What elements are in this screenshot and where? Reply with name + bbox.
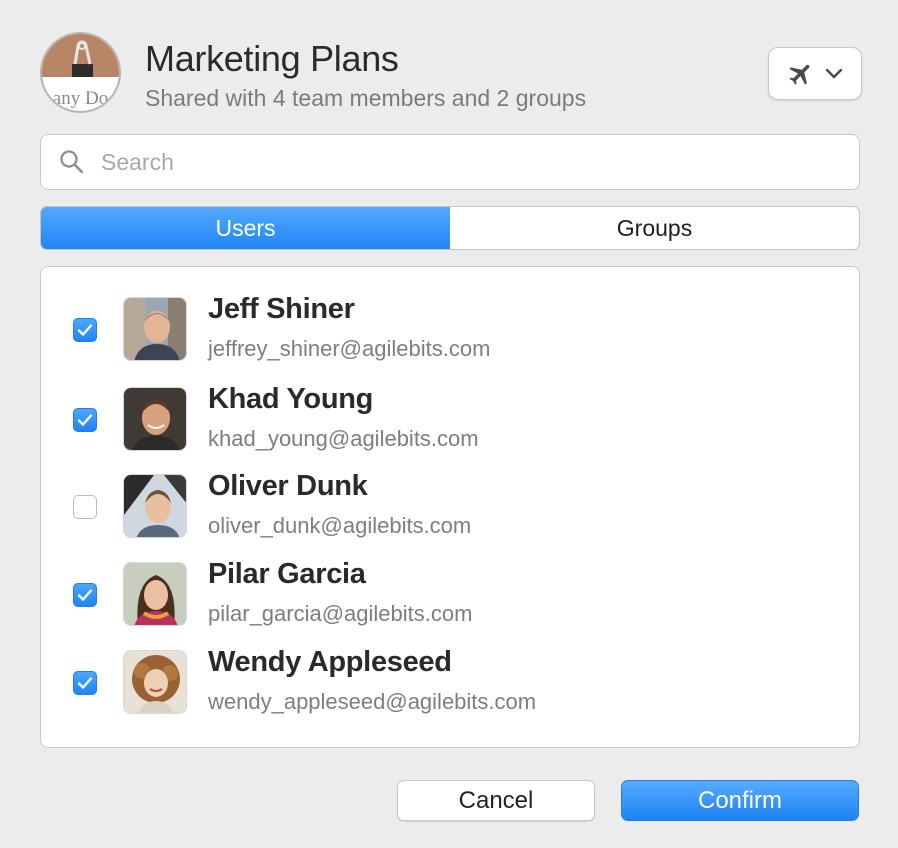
avatar — [123, 474, 187, 538]
users-groups-tabs: Users Groups — [40, 206, 860, 250]
airplane-icon — [789, 64, 810, 85]
user-email: jeffrey_shiner@agilebits.com — [208, 336, 491, 361]
tab-groups[interactable]: Groups — [450, 207, 859, 249]
vault-subtitle: Shared with 4 team members and 2 groups — [145, 85, 587, 111]
confirm-button[interactable]: Confirm — [621, 780, 859, 821]
user-email: wendy_appleseed@agilebits.com — [208, 689, 537, 714]
user-email: khad_young@agilebits.com — [208, 426, 479, 451]
user-email: oliver_dunk@agilebits.com — [208, 513, 472, 538]
user-checkbox[interactable] — [73, 318, 97, 342]
checkmark-icon — [77, 589, 93, 601]
user-name: Khad Young — [208, 383, 374, 415]
avatar — [123, 650, 187, 714]
cancel-button[interactable]: Cancel — [397, 780, 595, 821]
user-name: Pilar Garcia — [208, 558, 366, 590]
search-input[interactable] — [101, 148, 801, 176]
list-item[interactable]: Wendy Appleseed wendy_appleseed@agilebit… — [41, 638, 859, 726]
list-item[interactable]: Khad Young khad_young@agilebits.com — [41, 375, 859, 463]
avatar — [123, 562, 187, 626]
user-email: pilar_garcia@agilebits.com — [208, 601, 473, 626]
checkmark-icon — [77, 324, 93, 336]
user-list: Jeff Shiner jeffrey_shiner@agilebits.com… — [40, 266, 860, 748]
list-item[interactable]: Oliver Dunk oliver_dunk@agilebits.com — [41, 462, 859, 550]
user-checkbox[interactable] — [73, 671, 97, 695]
search-box[interactable] — [40, 134, 860, 190]
user-name: Jeff Shiner — [208, 293, 355, 325]
avatar — [123, 387, 187, 451]
tab-users[interactable]: Users — [41, 207, 450, 249]
user-name: Wendy Appleseed — [208, 646, 452, 678]
checkmark-icon — [77, 677, 93, 689]
avatar — [123, 297, 187, 361]
vault-title: Marketing Plans — [145, 38, 399, 79]
checkmark-icon — [77, 414, 93, 426]
search-icon — [60, 150, 84, 174]
vault-icon-text: any Do — [52, 88, 109, 109]
chevron-down-icon — [825, 68, 843, 78]
user-name: Oliver Dunk — [208, 470, 368, 502]
user-checkbox[interactable] — [73, 408, 97, 432]
user-checkbox[interactable] — [73, 495, 97, 519]
user-checkbox[interactable] — [73, 583, 97, 607]
vault-switcher-button[interactable] — [768, 47, 862, 100]
list-item[interactable]: Pilar Garcia pilar_garcia@agilebits.com — [41, 550, 859, 638]
vault-icon: any Do — [40, 32, 121, 113]
list-item[interactable]: Jeff Shiner jeffrey_shiner@agilebits.com — [41, 285, 859, 373]
